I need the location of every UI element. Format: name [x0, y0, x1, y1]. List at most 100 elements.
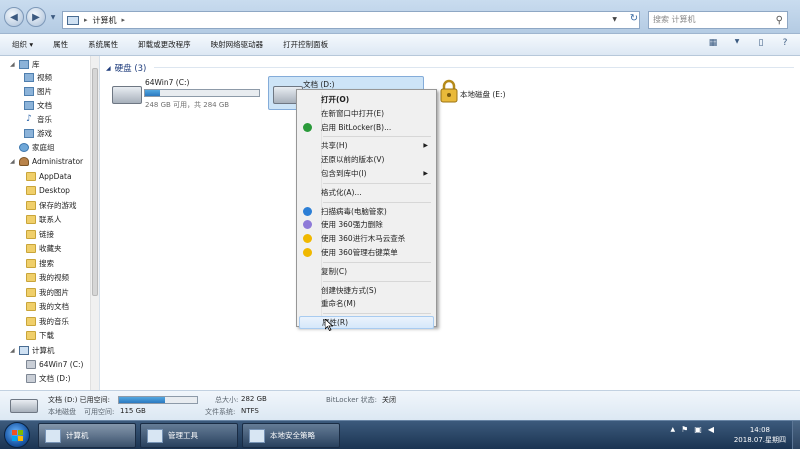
group-title: 硬盘 (3) [114, 64, 147, 74]
menu-item[interactable]: 共享(H) ▶ [299, 139, 434, 152]
nav-label: 文档 (D:) [39, 374, 71, 383]
nav-label: 视频 [37, 73, 52, 82]
drive-c-usage-fill [145, 90, 160, 96]
nav-item-my-pictures[interactable]: 我的图片 [26, 286, 69, 299]
nav-label: 我的文档 [39, 302, 69, 311]
breadcrumb-separator-icon[interactable]: ▸ [84, 16, 88, 24]
recent-pages-dropdown[interactable]: ▼ [48, 7, 58, 27]
volume-icon[interactable]: ◀ [708, 425, 714, 434]
nav-item-drive-c[interactable]: 64Win7 (C:) [26, 358, 83, 371]
menu-item[interactable]: 打开(O) [299, 93, 434, 106]
nav-item-desktop[interactable]: Desktop [26, 184, 70, 197]
details-usage-fill [119, 397, 166, 403]
taskbar-item-admin-tools[interactable]: 管理工具 [140, 423, 238, 448]
nav-item-favorites[interactable]: 收藏夹 [26, 242, 62, 255]
details-free-label: 可用空间: [84, 408, 115, 416]
forward-button[interactable]: ▶ [26, 7, 46, 27]
taskbar-item-local-security-policy[interactable]: 本地安全策略 [242, 423, 340, 448]
properties-button[interactable]: 属性 [53, 39, 68, 50]
address-field[interactable]: ▸ 计算机 ▸ ▼ [62, 11, 640, 29]
nav-item-my-videos[interactable]: 我的视频 [26, 271, 69, 284]
network-icon[interactable]: ▣ [694, 425, 702, 434]
nav-scrollbar[interactable] [90, 56, 99, 390]
drive-e-name: 本地磁盘 (E:) [460, 90, 506, 99]
nav-item-library[interactable]: ◢ 库 [10, 58, 40, 71]
nav-item-computer[interactable]: ◢ 计算机 [10, 344, 55, 357]
nav-item-games[interactable]: 游戏 [24, 127, 52, 140]
mouse-cursor-icon [325, 319, 333, 331]
nav-item-searches[interactable]: 搜索 [26, 257, 54, 270]
nav-item-links[interactable]: 链接 [26, 228, 54, 241]
nav-item-my-music[interactable]: 我的音乐 [26, 315, 69, 328]
menu-item[interactable]: 还原以前的版本(V) [299, 153, 434, 166]
nav-item-appdata[interactable]: AppData [26, 170, 72, 183]
help-icon[interactable]: ? [778, 38, 792, 52]
nav-scroll-thumb[interactable] [92, 68, 98, 296]
folder-icon [26, 230, 36, 239]
preview-pane-icon[interactable]: ▯ [754, 38, 768, 52]
menu-item[interactable]: 创建快捷方式(S) [299, 284, 434, 297]
menu-item[interactable]: 使用 360强力删除 [299, 218, 434, 231]
search-icon[interactable]: ⚲ [776, 13, 783, 29]
open-control-panel-button[interactable]: 打开控制面板 [283, 39, 328, 50]
menu-item[interactable]: 格式化(A)... [299, 186, 434, 199]
drive-c-free-text: 248 GB 可用，共 284 GB [145, 101, 230, 109]
organize-button[interactable]: 组织 ▾ [12, 39, 33, 50]
content-pane: ◢ 硬盘 (3) 64Win7 (C:) 248 GB 可用，共 284 GB … [100, 56, 800, 390]
menu-item-icon [303, 220, 312, 230]
folder-icon [26, 172, 36, 181]
homegroup-icon [19, 143, 29, 152]
nav-item-music[interactable]: ♪ 音乐 [24, 113, 52, 126]
collapse-icon[interactable]: ◢ [10, 61, 16, 68]
nav-item-drive-d[interactable]: 文档 (D:) [26, 372, 71, 385]
details-free-value: 115 GB [120, 407, 146, 415]
task-label: 本地安全策略 [270, 431, 315, 440]
nav-item-documents[interactable]: 文档 [24, 99, 52, 112]
menu-item[interactable]: 扫描病毒(电脑管家) [299, 205, 434, 218]
nav-item-videos[interactable]: 视频 [24, 71, 52, 84]
address-dropdown-icon[interactable]: ▼ [612, 16, 617, 23]
menu-item[interactable]: 启用 BitLocker(B)... [299, 121, 434, 134]
nav-item-my-documents[interactable]: 我的文档 [26, 300, 69, 313]
collapse-icon[interactable]: ◢ [10, 158, 16, 165]
show-hidden-icons-icon[interactable]: ▲ [670, 426, 675, 433]
map-network-drive-button[interactable]: 映射网络驱动器 [211, 39, 264, 50]
system-properties-button[interactable]: 系统属性 [88, 39, 118, 50]
menu-item[interactable]: 使用 360管理右键菜单 [299, 246, 434, 259]
nav-item-saved-games[interactable]: 保存的游戏 [26, 199, 77, 212]
uninstall-program-button[interactable]: 卸载或更改程序 [138, 39, 191, 50]
refresh-icon[interactable]: ↻ [626, 13, 642, 27]
group-header-hard-disks[interactable]: ◢ 硬盘 (3) [106, 62, 146, 74]
breadcrumb-computer[interactable]: 计算机 [93, 15, 117, 26]
nav-item-homegroup[interactable]: 家庭组 [10, 141, 55, 154]
menu-item-icon [303, 122, 312, 132]
clock[interactable]: 14:08 2018.07.星期四 [734, 425, 786, 445]
user-icon [19, 157, 29, 166]
nav-item-downloads[interactable]: 下载 [26, 329, 54, 342]
view-dropdown-icon[interactable]: ▼ [730, 38, 744, 52]
collapse-icon[interactable]: ◢ [10, 347, 16, 354]
task-label: 计算机 [66, 431, 89, 440]
taskbar-item-computer[interactable]: 计算机 [38, 423, 136, 448]
menu-item[interactable]: 复制(C) [299, 265, 434, 278]
nav-item-administrator[interactable]: ◢ Administrator [10, 155, 83, 168]
menu-item[interactable]: 属性(R) [299, 316, 434, 330]
menu-item[interactable]: 包含到库中(I) ▶ [299, 167, 434, 180]
search-input[interactable]: 搜索 计算机 ⚲ [648, 11, 788, 29]
menu-item[interactable]: 使用 360进行木马云查杀 [299, 232, 434, 245]
change-view-icon[interactable]: ▦ [706, 38, 720, 52]
folder-icon [26, 288, 36, 297]
show-desktop-button[interactable] [792, 421, 800, 449]
nav-item-contacts[interactable]: 联系人 [26, 213, 62, 226]
back-button[interactable]: ◀ [4, 7, 24, 27]
collapse-group-icon[interactable]: ◢ [106, 65, 111, 72]
menu-item[interactable]: 重命名(M) [299, 297, 434, 310]
breadcrumb-chevron-icon[interactable]: ▸ [122, 16, 126, 24]
nav-label: 家庭组 [32, 143, 55, 152]
action-center-flag-icon[interactable]: ⚑ [681, 425, 688, 434]
nav-item-pictures[interactable]: 图片 [24, 85, 52, 98]
menu-item[interactable]: 在新窗口中打开(E) [299, 107, 434, 120]
context-menu: 打开(O) 在新窗口中打开(E) 启用 BitLocker(B)... 共享(H) ▶ 还… [296, 89, 437, 330]
submenu-arrow-icon: ▶ [423, 170, 428, 177]
start-button[interactable] [4, 422, 30, 448]
